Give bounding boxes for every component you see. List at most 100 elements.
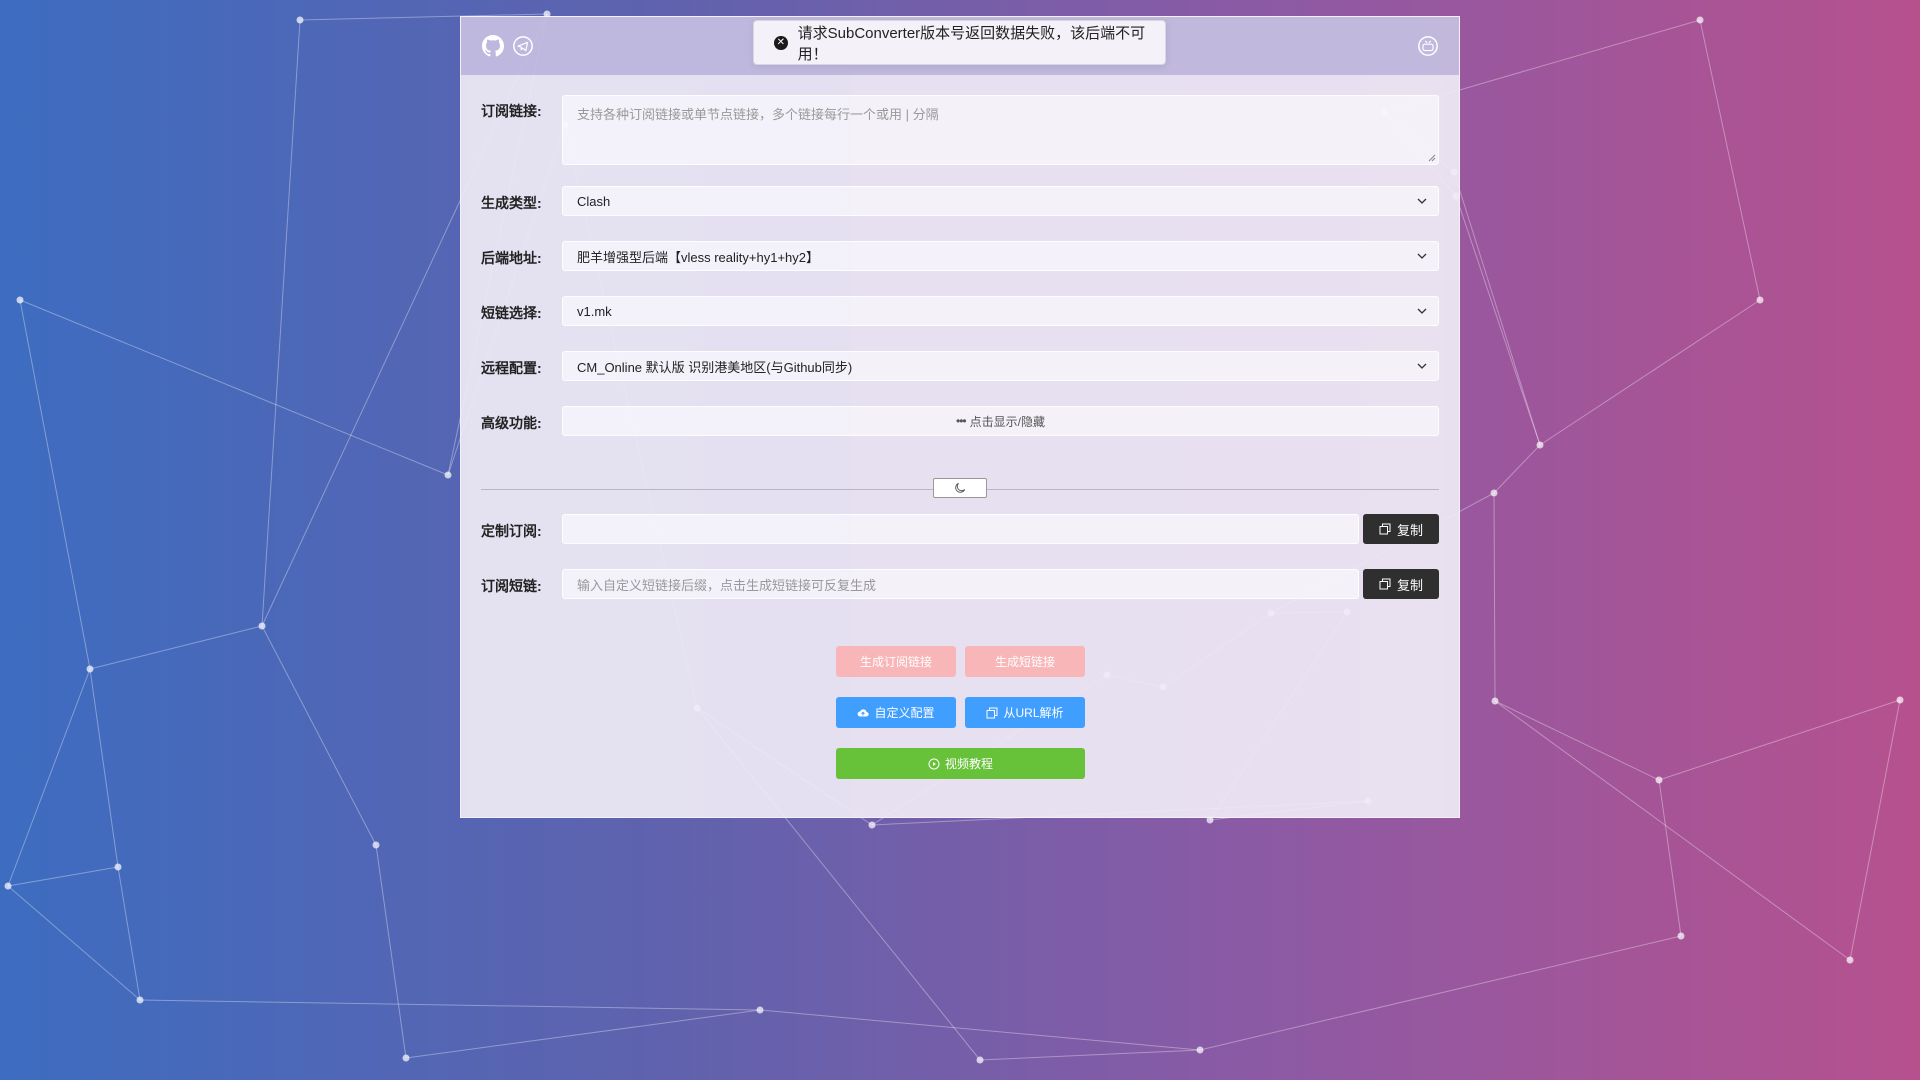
network-node: [1896, 696, 1904, 704]
network-node: [4, 882, 12, 890]
subscription-link-textarea[interactable]: 支持各种订阅链接或单节点链接，多个链接每行一个或用 | 分隔: [562, 95, 1439, 165]
network-node: [1846, 956, 1854, 964]
play-circle-icon: [928, 758, 940, 769]
youtube-icon[interactable]: [1416, 34, 1440, 58]
network-line: [759, 1009, 1201, 1051]
copy-label: 复制: [1396, 577, 1423, 593]
short-sub-input[interactable]: 输入自定义短链接后缀，点击生成短链接可反复生成: [562, 569, 1359, 599]
resize-handle-icon[interactable]: [1428, 154, 1436, 162]
advanced-toggle-button[interactable]: ••• 点击显示/隐藏: [562, 406, 1439, 436]
subscription-link-row: 订阅链接: 支持各种订阅链接或单节点链接，多个链接每行一个或用 | 分隔: [481, 95, 1439, 165]
subscription-link-label: 订阅链接:: [481, 103, 542, 119]
network-line: [261, 625, 377, 846]
backend-label: 后端地址:: [481, 250, 542, 266]
network-line: [1494, 700, 1660, 781]
short-url-row: 短链选择: v1.mk: [481, 296, 1439, 326]
custom-sub-input[interactable]: [562, 514, 1359, 544]
network-node: [258, 622, 266, 630]
generate-sub-button[interactable]: 生成订阅链接: [836, 646, 956, 677]
advanced-label: 高级功能:: [481, 415, 542, 431]
short-url-value: v1.mk: [577, 303, 612, 319]
network-line: [139, 999, 761, 1011]
network-node: [1536, 441, 1544, 449]
remote-config-value: CM_Online 默认版 识别港美地区(与Github同步): [577, 359, 853, 375]
network-line: [89, 668, 119, 868]
short-sub-label: 订阅短链:: [481, 578, 542, 594]
network-node: [296, 16, 304, 24]
target-type-label: 生成类型:: [481, 195, 542, 211]
remote-config-label: 远程配置:: [481, 360, 542, 376]
network-node: [16, 296, 24, 304]
network-line: [1699, 19, 1761, 301]
advanced-row: 高级功能: ••• 点击显示/隐藏: [481, 406, 1439, 436]
network-node: [1677, 932, 1685, 940]
copy-custom-sub-button[interactable]: 复制: [1363, 514, 1439, 544]
chevron-down-icon: [1417, 253, 1427, 259]
network-line: [1494, 700, 1851, 961]
close-circle-icon: ✕: [774, 35, 788, 50]
network-line: [19, 299, 91, 670]
network-line: [19, 299, 449, 476]
backend-value: 肥羊增强型后端【vless reality+hy1+hy2】: [577, 249, 820, 265]
network-node: [372, 841, 380, 849]
network-node: [756, 1006, 764, 1014]
network-line: [1493, 444, 1541, 494]
network-line: [261, 19, 301, 627]
copy-icon: [986, 707, 998, 718]
network-line: [1658, 699, 1901, 781]
copy-icon: [1379, 578, 1391, 590]
network-node: [114, 863, 122, 871]
telegram-icon[interactable]: [511, 34, 535, 58]
network-line: [1199, 935, 1682, 1051]
generate-sub-label: 生成订阅链接: [859, 655, 932, 669]
network-line: [1453, 171, 1541, 446]
chevron-down-icon: [1417, 198, 1427, 204]
short-sub-placeholder: 输入自定义短链接后缀，点击生成短链接可反复生成: [577, 577, 877, 593]
parse-url-label: 从URL解析: [1003, 706, 1064, 720]
network-line: [7, 668, 91, 887]
network-line: [1493, 492, 1496, 702]
network-node: [868, 821, 876, 829]
custom-config-label: 自定义配置: [874, 706, 935, 720]
backend-row: 后端地址: 肥羊增强型后端【vless reality+hy1+hy2】: [481, 241, 1439, 271]
network-line: [1658, 779, 1682, 937]
network-line: [89, 625, 263, 670]
network-node: [1696, 16, 1704, 24]
copy-short-sub-button[interactable]: 复制: [1363, 569, 1439, 599]
github-icon[interactable]: [481, 34, 505, 58]
chevron-down-icon: [1417, 363, 1427, 369]
network-line: [117, 866, 141, 1001]
toast-message: 请求SubConverter版本号返回数据失败，该后端不可用！: [797, 24, 1146, 63]
network-node: [1756, 296, 1764, 304]
short-url-label: 短链选择:: [481, 305, 542, 321]
custom-sub-label: 定制订阅:: [481, 523, 542, 539]
chevron-down-icon: [1417, 308, 1427, 314]
network-node: [402, 1054, 410, 1062]
network-node: [1491, 697, 1499, 705]
network-node: [1196, 1046, 1204, 1054]
network-node: [444, 471, 452, 479]
network-node: [1490, 489, 1498, 497]
backend-select[interactable]: 肥羊增强型后端【vless reality+hy1+hy2】: [562, 241, 1439, 271]
parse-url-button[interactable]: 从URL解析: [965, 697, 1085, 728]
target-type-value: Clash: [577, 193, 611, 209]
remote-config-row: 远程配置: CM_Online 默认版 识别港美地区(与Github同步): [481, 351, 1439, 381]
network-line: [1849, 699, 1901, 961]
generate-short-label: 生成短链接: [994, 655, 1055, 669]
network-line: [375, 844, 407, 1059]
custom-sub-row: 定制订阅: 复制: [481, 514, 1439, 544]
copy-label: 复制: [1396, 522, 1423, 538]
generate-short-button[interactable]: 生成短链接: [965, 646, 1085, 677]
network-node: [136, 996, 144, 1004]
custom-config-button[interactable]: 自定义配置: [836, 697, 956, 728]
remote-config-select[interactable]: CM_Online 默认版 识别港美地区(与Github同步): [562, 351, 1439, 381]
network-line: [979, 1049, 1201, 1061]
dark-mode-toggle[interactable]: [933, 478, 987, 498]
target-type-select[interactable]: Clash: [562, 186, 1439, 216]
network-line: [1455, 195, 1541, 446]
network-line: [7, 885, 141, 1001]
moon-icon: [955, 482, 966, 493]
short-url-select[interactable]: v1.mk: [562, 296, 1439, 326]
video-tutorial-button[interactable]: 视频教程: [836, 748, 1085, 779]
network-node: [976, 1056, 984, 1064]
